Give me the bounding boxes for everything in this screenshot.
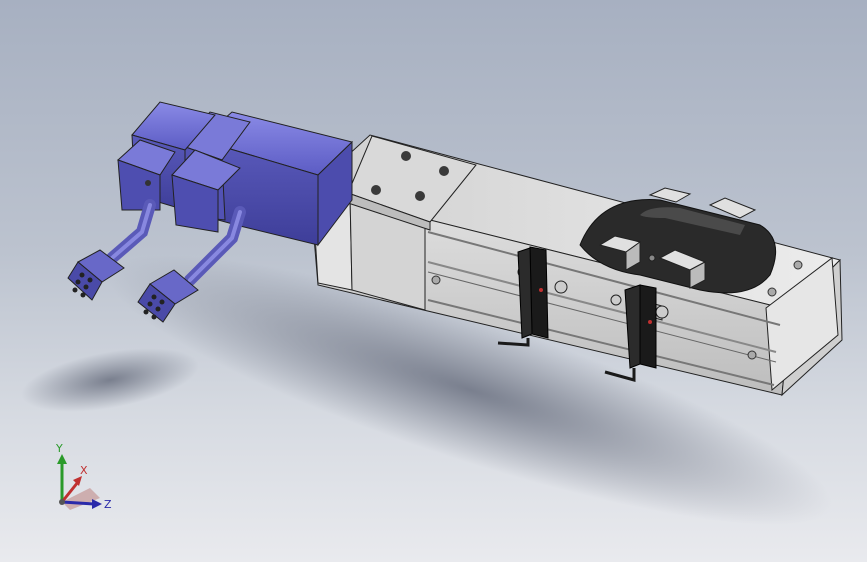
- plug-pin: [159, 299, 165, 305]
- sensor-body: [639, 284, 657, 369]
- plug-pin: [83, 284, 89, 290]
- z-axis-line: [61, 500, 95, 506]
- triad-origin: [59, 499, 65, 505]
- sensor-nut: [610, 294, 622, 306]
- plug-pin: [72, 287, 78, 293]
- cable-sheath: [106, 199, 156, 264]
- plug-pin: [151, 314, 157, 320]
- bolt-hole: [439, 166, 449, 176]
- orientation-triad[interactable]: Y X Z: [40, 440, 120, 520]
- sensor-nut: [554, 280, 568, 294]
- screw-head: [793, 260, 803, 270]
- sensor-body: [529, 246, 549, 339]
- plug-pin: [143, 309, 149, 315]
- sensor-led-icon: [648, 320, 652, 324]
- sensor-led-icon: [539, 288, 543, 292]
- x-axis-label: X: [80, 464, 88, 477]
- z-axis-arrow-icon: [92, 499, 102, 509]
- cable-shadow: [21, 348, 199, 412]
- linear-actuator-model[interactable]: [0, 0, 867, 562]
- z-axis-label: Z: [104, 498, 112, 511]
- plug-pin: [155, 306, 161, 312]
- screw-head: [767, 287, 777, 297]
- y-axis-label: Y: [55, 442, 63, 455]
- sensor-nut: [655, 305, 669, 319]
- graphics-viewport[interactable]: Y X Z: [0, 0, 867, 562]
- screw-head: [747, 350, 757, 360]
- plug-pin: [87, 277, 93, 283]
- connector-screw: [145, 180, 151, 186]
- bolt-hole: [401, 151, 411, 161]
- plug-pin: [75, 279, 81, 285]
- plug-pin: [151, 294, 157, 300]
- screw-head: [431, 275, 441, 285]
- y-axis-arrow-icon: [57, 454, 67, 464]
- plug-pin: [80, 292, 86, 298]
- plug-pin: [147, 301, 153, 307]
- bolt-hole: [415, 191, 425, 201]
- plug-pin: [79, 272, 85, 278]
- screw-head: [648, 254, 656, 262]
- bolt-hole: [371, 185, 381, 195]
